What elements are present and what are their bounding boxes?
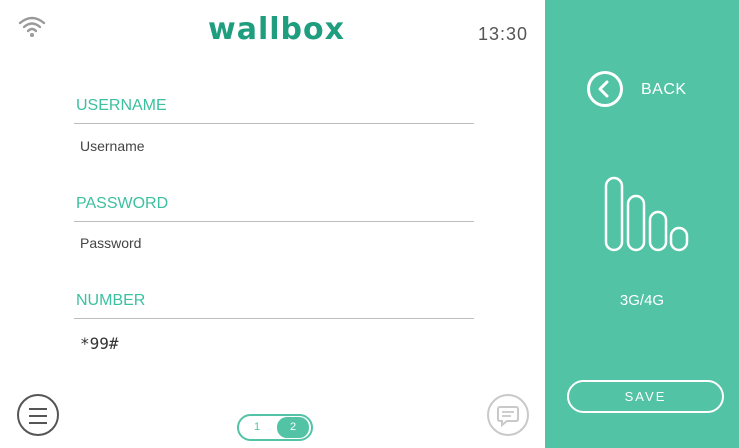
menu-icon bbox=[29, 408, 47, 410]
back-button[interactable]: BACK bbox=[587, 71, 697, 109]
username-label: USERNAME bbox=[76, 97, 167, 114]
back-circle bbox=[587, 71, 623, 107]
chat-icon bbox=[497, 406, 519, 428]
chevron-left-icon bbox=[598, 80, 609, 98]
username-underline bbox=[74, 123, 474, 124]
page-2-dot[interactable]: 2 bbox=[277, 417, 309, 438]
wifi-icon bbox=[18, 16, 46, 37]
clock: 13:30 bbox=[478, 24, 529, 44]
page-1-dot[interactable]: 1 bbox=[247, 419, 267, 436]
menu-icon-bar bbox=[29, 415, 47, 417]
page-indicator: 1 2 bbox=[237, 414, 313, 441]
brand-logo: wallbox bbox=[208, 12, 345, 47]
save-button[interactable]: SAVE bbox=[567, 380, 724, 413]
network-type-label: 3G/4G bbox=[619, 292, 665, 309]
number-underline bbox=[74, 318, 474, 319]
back-label: BACK bbox=[641, 81, 687, 98]
chat-button[interactable] bbox=[487, 394, 529, 436]
password-label: PASSWORD bbox=[76, 195, 169, 212]
settings-form-pane: wallbox 13:30 USERNAME Username PASSWORD… bbox=[0, 0, 545, 448]
password-underline bbox=[74, 221, 474, 222]
menu-icon-bar bbox=[29, 422, 47, 424]
username-input[interactable]: Username bbox=[80, 138, 145, 154]
signal-icon bbox=[604, 176, 689, 252]
number-input[interactable]: *99# bbox=[80, 334, 119, 353]
number-label: NUMBER bbox=[76, 292, 146, 309]
password-input[interactable]: Password bbox=[80, 235, 141, 251]
menu-button[interactable] bbox=[17, 394, 59, 436]
